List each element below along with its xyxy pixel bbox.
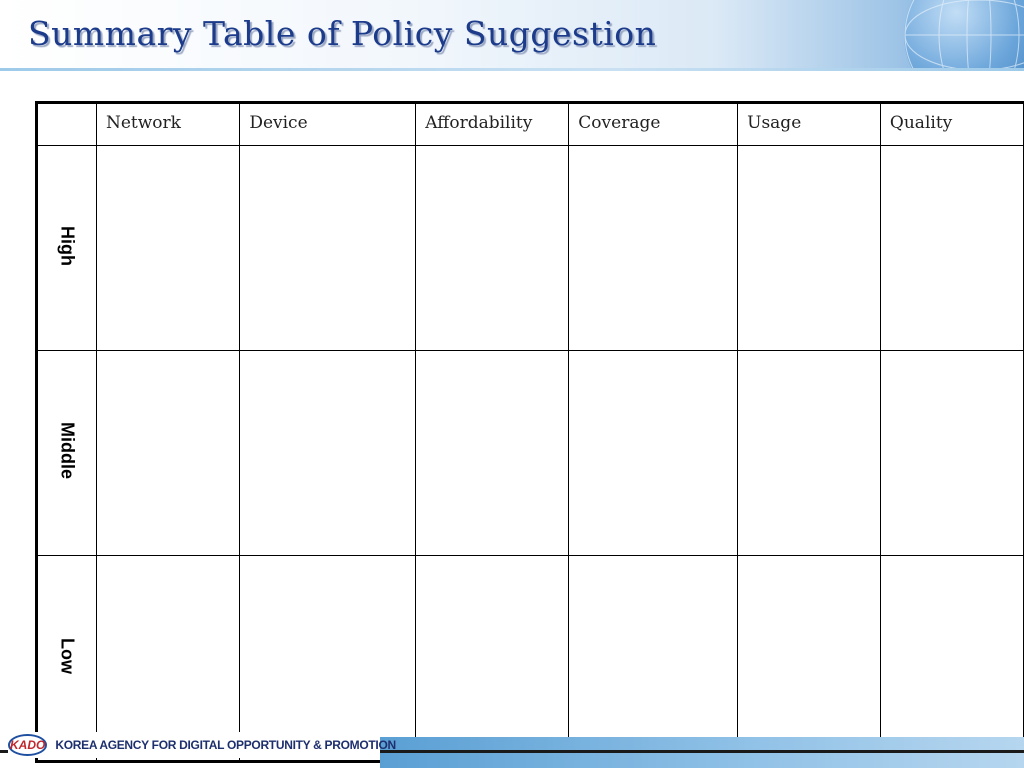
table-cell	[879, 145, 1024, 351]
slide-title: Summary Table of Policy Suggestion	[28, 14, 657, 53]
table-cell	[879, 555, 1024, 762]
column-header-affordability: Affordability	[415, 102, 570, 146]
table-cell	[415, 555, 570, 762]
table-cell	[95, 145, 241, 351]
row-label-middle: Middle	[57, 422, 78, 479]
corner-cell	[36, 102, 97, 146]
table-cell	[239, 145, 417, 351]
column-header-usage: Usage	[737, 102, 881, 146]
column-header-device: Device	[239, 102, 417, 146]
row-label-high: High	[57, 225, 78, 266]
table-cell	[95, 350, 241, 556]
table-cell	[737, 145, 881, 351]
column-header-network: Network	[95, 102, 241, 146]
table-cell	[737, 350, 881, 556]
table-cell	[568, 145, 739, 351]
table-cell	[95, 555, 241, 762]
table-cell	[415, 350, 570, 556]
table-row-middle: Middle	[36, 350, 1024, 556]
table-row-high: High	[36, 145, 1024, 351]
table-row-low: Low	[36, 555, 1024, 762]
table-header-row: Network Device Affordability Coverage Us…	[36, 102, 1024, 146]
row-header-high: High	[36, 145, 97, 351]
title-bar: Summary Table of Policy Suggestion	[0, 0, 1024, 68]
row-label-low: Low	[57, 637, 78, 674]
organization-logo: KADO KOREA AGENCY FOR DIGITAL OPPORTUNIT…	[8, 732, 396, 758]
table-cell	[737, 555, 881, 762]
column-header-coverage: Coverage	[568, 102, 739, 146]
globe-grid-icon	[904, 0, 1024, 68]
table-cell	[239, 350, 417, 556]
table-cell	[415, 145, 570, 351]
row-header-low: Low	[36, 555, 97, 762]
table-cell	[879, 350, 1024, 556]
table-cell	[239, 555, 417, 762]
column-header-quality: Quality	[879, 102, 1024, 146]
row-header-middle: Middle	[36, 350, 97, 556]
title-divider	[0, 68, 1024, 71]
kado-logo-icon: KADO	[8, 734, 48, 756]
table-cell	[568, 350, 739, 556]
policy-table: Network Device Affordability Coverage Us…	[35, 101, 1024, 763]
table-cell	[568, 555, 739, 762]
organization-name: KOREA AGENCY FOR DIGITAL OPPORTUNITY & P…	[55, 738, 396, 752]
